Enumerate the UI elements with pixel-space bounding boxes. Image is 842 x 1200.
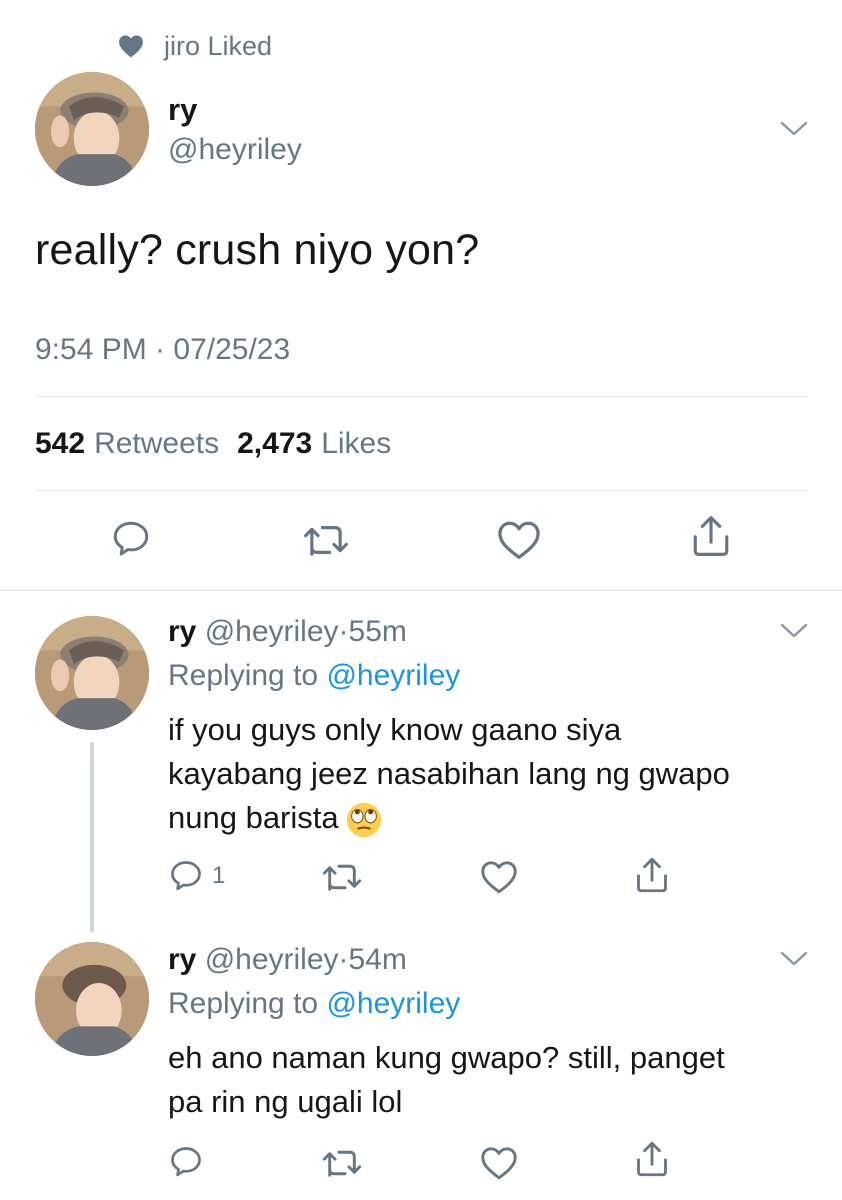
replying-handle-link[interactable]: @heyriley xyxy=(326,987,460,1020)
separator: · xyxy=(338,943,349,976)
avatar[interactable] xyxy=(35,616,149,730)
like-icon xyxy=(481,861,517,894)
chevron-down-icon[interactable] xyxy=(780,950,808,968)
tweet-stats: 542 Retweets 2,473 Likes xyxy=(35,424,409,464)
reply-header[interactable]: ry @heyriley·55m xyxy=(168,612,407,652)
replying-prefix: Replying to xyxy=(168,659,319,692)
thread-line xyxy=(90,742,94,932)
retweets-label[interactable]: Retweets xyxy=(94,424,219,464)
reply-header[interactable]: ry @heyriley·54m xyxy=(168,940,407,980)
avatar[interactable] xyxy=(35,942,149,1056)
user-handle[interactable]: @heyriley xyxy=(168,132,302,168)
share-icon xyxy=(693,516,729,556)
likes-count[interactable]: 2,473 xyxy=(237,424,312,464)
retweet-button[interactable] xyxy=(303,520,349,560)
text-line: if you guys only know gaano siya xyxy=(168,712,622,747)
share-button[interactable] xyxy=(634,856,670,894)
share-icon xyxy=(637,857,667,893)
retweet-icon xyxy=(322,864,362,891)
avatar-photo xyxy=(35,616,149,730)
retweets-count[interactable]: 542 xyxy=(35,424,85,464)
avatar-photo xyxy=(35,942,149,1056)
like-button[interactable] xyxy=(480,1146,518,1180)
reply-icon xyxy=(113,521,149,556)
avatar[interactable] xyxy=(35,72,149,186)
liked-by-text: jiro Liked xyxy=(164,30,273,61)
divider xyxy=(0,590,842,591)
reply-button[interactable]: 1 xyxy=(168,858,225,894)
display-name[interactable]: ry xyxy=(168,615,196,648)
chevron-down-icon[interactable] xyxy=(780,120,808,138)
replying-prefix: Replying to xyxy=(168,987,319,1020)
reply-button[interactable] xyxy=(168,1144,204,1180)
chevron-down-icon[interactable] xyxy=(780,622,808,640)
replying-to: Replying to @heyriley xyxy=(168,656,460,696)
text-line: pa rin ng ugali lol xyxy=(168,1084,403,1119)
share-button[interactable] xyxy=(690,514,732,558)
reply-button[interactable] xyxy=(110,518,152,560)
text-line: nung barista xyxy=(168,800,339,835)
reply-text: eh ano naman kung gwapo? still, panget p… xyxy=(168,1036,808,1124)
text-line: eh ano naman kung gwapo? still, panget xyxy=(168,1040,725,1075)
user-handle[interactable]: @heyriley xyxy=(205,615,339,648)
replying-handle-link[interactable]: @heyriley xyxy=(326,659,460,692)
share-icon xyxy=(637,1141,667,1177)
user-handle[interactable]: @heyriley xyxy=(205,943,339,976)
replying-to: Replying to @heyriley xyxy=(168,984,460,1024)
likes-label[interactable]: Likes xyxy=(321,424,391,464)
reply-icon xyxy=(171,861,201,891)
text-line-with-emoji: nung barista xyxy=(168,796,808,840)
like-button[interactable] xyxy=(480,860,518,894)
retweet-button[interactable] xyxy=(322,1146,362,1180)
heart-icon xyxy=(119,35,143,58)
social-context[interactable]: jiro Liked xyxy=(118,28,272,64)
divider xyxy=(35,490,808,491)
like-icon xyxy=(498,521,540,559)
retweet-button[interactable] xyxy=(322,860,362,894)
display-name[interactable]: ry xyxy=(168,943,196,976)
rolling-eyes-emoji-icon xyxy=(346,802,381,837)
relative-time[interactable]: 54m xyxy=(349,943,407,976)
reply-count: 1 xyxy=(212,862,226,889)
like-icon xyxy=(481,1147,517,1180)
avatar-photo xyxy=(35,72,149,186)
reply-icon xyxy=(171,1147,201,1177)
display-name[interactable]: ry xyxy=(168,92,197,128)
separator: · xyxy=(338,615,349,648)
tweet-text: really? crush niyo yon? xyxy=(35,226,480,274)
tweet-timestamp[interactable]: 9:54 PM · 07/25/23 xyxy=(35,330,290,370)
divider xyxy=(35,396,808,397)
retweet-icon xyxy=(304,526,348,556)
share-button[interactable] xyxy=(634,1140,670,1178)
like-button[interactable] xyxy=(497,520,541,560)
text-line: kayabang jeez nasabihan lang ng gwapo xyxy=(168,756,730,791)
relative-time[interactable]: 55m xyxy=(349,615,407,648)
retweet-icon xyxy=(322,1150,362,1177)
reply-text: if you guys only know gaano siya kayaban… xyxy=(168,708,808,840)
